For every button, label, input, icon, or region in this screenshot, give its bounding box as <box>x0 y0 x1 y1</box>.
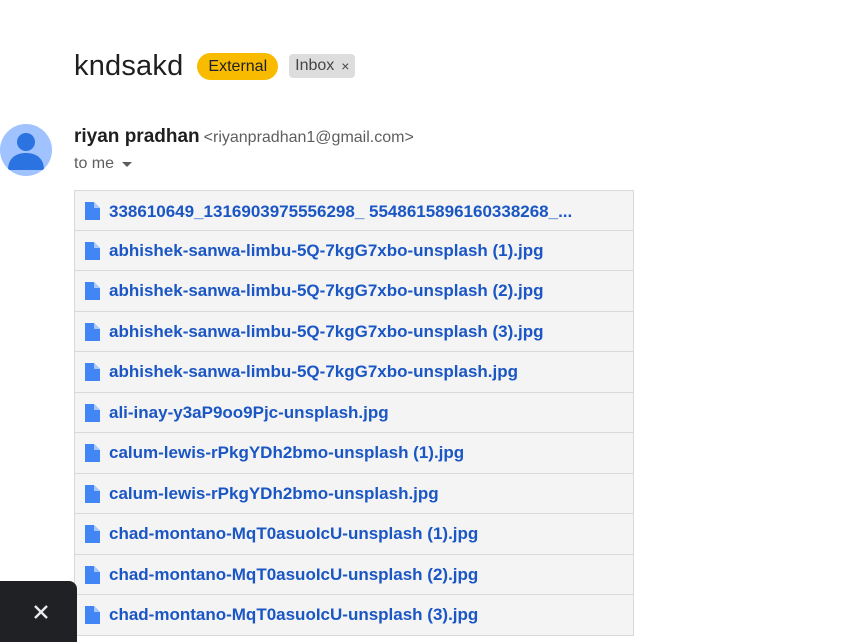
attachment-name[interactable]: calum-lewis-rPkgYDh2bmo-unsplash.jpg <box>109 484 439 504</box>
file-icon <box>85 282 100 300</box>
attachment-name[interactable]: calum-lewis-rPkgYDh2bmo-unsplash (1).jpg <box>109 443 464 463</box>
attachment-item[interactable]: 338610649_1316903975556298_ 554861589616… <box>74 190 634 231</box>
file-icon <box>85 322 100 341</box>
attachment-item[interactable]: abhishek-sanwa-limbu-5Q-7kgG7xbo-unsplas… <box>74 230 634 271</box>
file-icon <box>85 403 100 422</box>
file-icon <box>85 484 100 503</box>
attachment-name[interactable]: abhishek-sanwa-limbu-5Q-7kgG7xbo-unsplas… <box>109 322 544 342</box>
inbox-label-text: Inbox <box>295 57 335 74</box>
file-icon <box>85 363 100 381</box>
attachment-item[interactable]: chad-montano-MqT0asuoIcU-unsplash (1).jp… <box>74 514 634 555</box>
attachment-item[interactable]: chad-montano-MqT0asuoIcU-unsplash (3).jp… <box>74 595 634 636</box>
close-icon[interactable] <box>28 599 54 625</box>
inbox-label-chip[interactable]: Inbox × <box>289 54 356 78</box>
attachment-list: 338610649_1316903975556298_ 554861589616… <box>74 190 634 636</box>
toast-panel <box>0 581 77 642</box>
email-subject: kndsakd <box>74 49 184 82</box>
sender-email: <riyanpradhan1@gmail.com> <box>203 129 414 146</box>
sender-avatar[interactable] <box>0 124 52 176</box>
attachment-name[interactable]: abhishek-sanwa-limbu-5Q-7kgG7xbo-unsplas… <box>109 362 518 382</box>
file-icon <box>85 444 100 462</box>
caret-down-icon[interactable] <box>122 161 133 167</box>
recipient-line[interactable]: to me <box>74 155 133 173</box>
recipient-label: to me <box>74 155 115 172</box>
attachment-name[interactable]: ali-inay-y3aP9oo9Pjc-unsplash.jpg <box>109 403 389 423</box>
attachment-item[interactable]: calum-lewis-rPkgYDh2bmo-unsplash (1).jpg <box>74 433 634 474</box>
sender-line: riyan pradhan <riyanpradhan1@gmail.com> <box>74 126 414 148</box>
attachment-item[interactable]: abhishek-sanwa-limbu-5Q-7kgG7xbo-unsplas… <box>74 352 634 393</box>
attachment-item[interactable]: abhishek-sanwa-limbu-5Q-7kgG7xbo-unsplas… <box>74 311 634 352</box>
file-icon <box>85 565 100 584</box>
attachment-item[interactable]: abhishek-sanwa-limbu-5Q-7kgG7xbo-unsplas… <box>74 271 634 312</box>
attachment-item[interactable]: ali-inay-y3aP9oo9Pjc-unsplash.jpg <box>74 392 634 433</box>
attachment-name[interactable]: chad-montano-MqT0asuoIcU-unsplash (2).jp… <box>109 565 478 585</box>
file-icon <box>85 606 100 624</box>
attachment-item[interactable]: chad-montano-MqT0asuoIcU-unsplash (2).jp… <box>74 554 634 595</box>
external-badge: External <box>197 52 279 80</box>
file-icon <box>85 525 100 543</box>
attachment-name[interactable]: chad-montano-MqT0asuoIcU-unsplash (3).jp… <box>109 605 478 625</box>
attachment-name[interactable]: abhishek-sanwa-limbu-5Q-7kgG7xbo-unsplas… <box>109 241 544 261</box>
attachment-name[interactable]: abhishek-sanwa-limbu-5Q-7kgG7xbo-unsplas… <box>109 281 544 301</box>
person-icon <box>8 133 44 170</box>
subject-row: kndsakd External Inbox × <box>74 46 356 86</box>
sender-name[interactable]: riyan pradhan <box>74 126 200 147</box>
attachment-item[interactable]: calum-lewis-rPkgYDh2bmo-unsplash.jpg <box>74 473 634 514</box>
attachment-name[interactable]: 338610649_1316903975556298_ 554861589616… <box>83 203 629 220</box>
remove-label-icon[interactable]: × <box>341 54 349 78</box>
attachment-name[interactable]: chad-montano-MqT0asuoIcU-unsplash (1).jp… <box>109 524 478 544</box>
file-icon <box>85 241 100 260</box>
